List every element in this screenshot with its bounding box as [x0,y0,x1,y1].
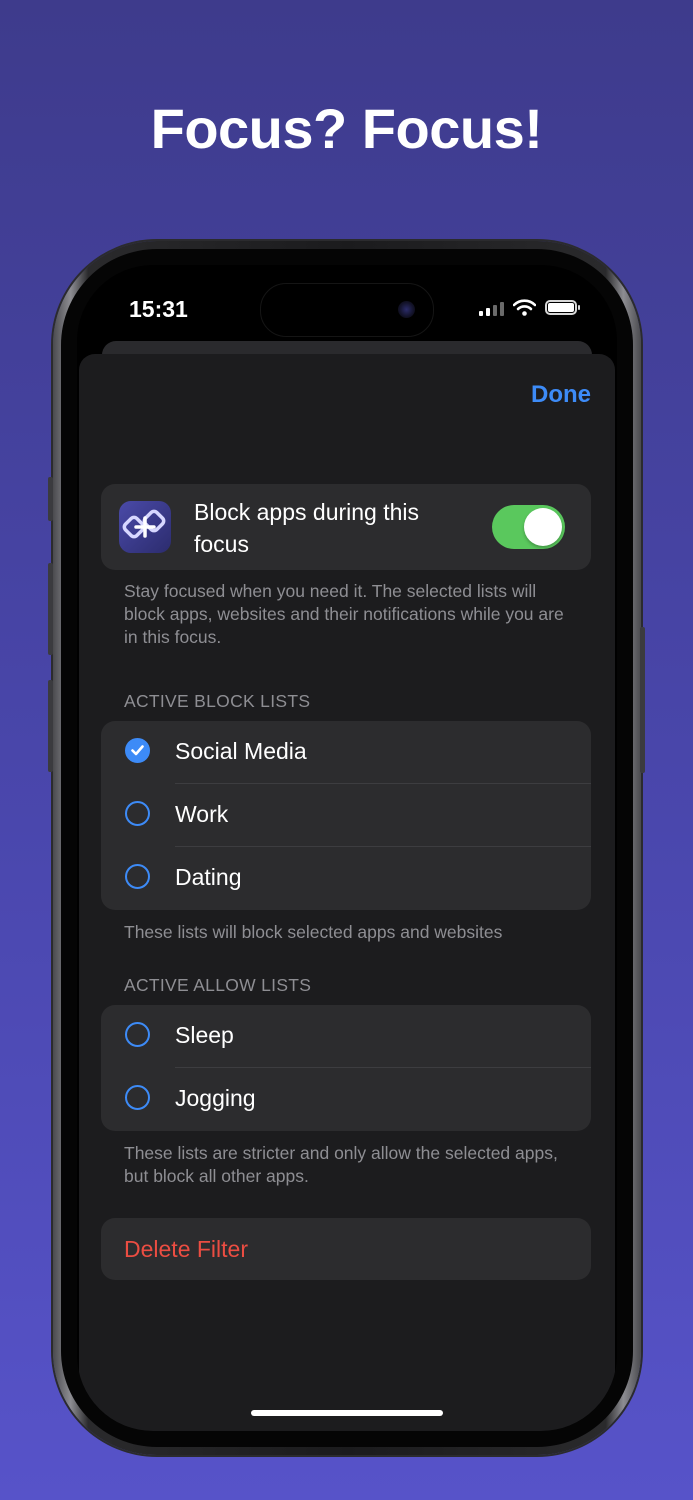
status-icons [479,299,580,316]
block-apps-toggle-row: Block apps during this focus [101,484,591,570]
done-button[interactable]: Done [531,381,591,409]
delete-filter-button[interactable]: Delete Filter [101,1218,591,1280]
allow-lists-footnote: These lists are stricter and only allow … [124,1143,558,1186]
block-lists-footnote: These lists will block selected apps and… [124,922,503,942]
delete-filter-label: Delete Filter [124,1236,248,1262]
cellular-signal-icon [479,300,504,316]
status-time: 15:31 [129,296,188,322]
focus-filter-sheet: Done Block apps during this focus Stay f… [79,354,615,1431]
allow-lists-group: Sleep Jogging [101,1005,591,1131]
empty-circle-icon [125,1085,150,1110]
action-button [48,477,53,521]
list-item-label: Dating [175,864,242,890]
wifi-icon [513,299,536,316]
empty-circle-icon [125,1022,150,1047]
list-item-label: Sleep [175,1022,234,1048]
home-indicator[interactable] [251,1410,443,1416]
power-button [640,627,645,773]
allow-lists-header: ACTIVE ALLOW LISTS [124,975,312,995]
volume-down-button [48,680,53,772]
block-lists-header: ACTIVE BLOCK LISTS [124,691,311,711]
empty-circle-icon [125,864,150,889]
phone-screen: 15:31 Done Block apps during this focus … [77,265,617,1431]
list-item-label: Jogging [175,1085,256,1111]
block-lists-group: Social Media Work Dating [101,721,591,910]
list-item-label: Social Media [175,738,307,764]
app-icon [119,501,171,553]
page-headline: Focus? Focus! [150,97,543,160]
list-item-dating[interactable]: Dating [101,847,591,910]
list-item-jogging[interactable]: Jogging [101,1068,591,1131]
list-item-sleep[interactable]: Sleep [101,1005,591,1068]
dynamic-island [260,283,434,337]
list-item-label: Work [175,801,229,827]
switch-knob [524,508,562,546]
empty-circle-icon [125,801,150,826]
checkmark-circle-icon [125,738,150,763]
block-apps-label: Block apps during this focus [194,499,420,557]
block-apps-footnote: Stay focused when you need it. The selec… [124,581,564,647]
battery-icon [545,300,580,315]
list-item-work[interactable]: Work [101,784,591,847]
volume-up-button [48,563,53,655]
list-item-social-media[interactable]: Social Media [101,721,591,784]
camera-icon [398,301,415,318]
block-apps-switch[interactable] [492,505,565,549]
